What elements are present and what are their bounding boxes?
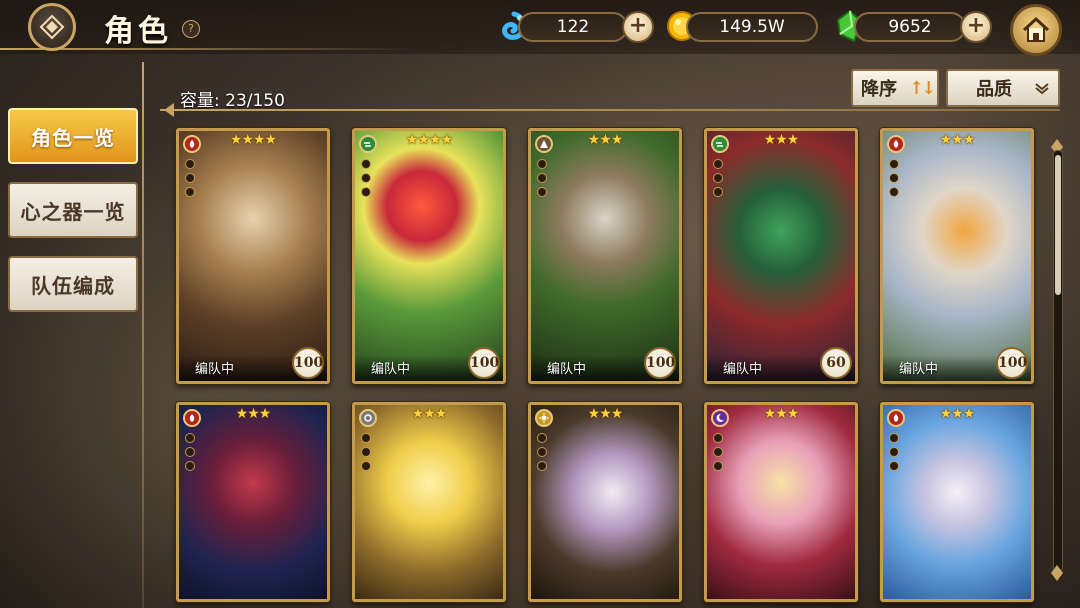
quality-filter-select[interactable]: 品质	[946, 69, 1060, 107]
sidebar-divider	[142, 62, 144, 608]
buy-crystal-button[interactable]: +	[960, 11, 992, 43]
character-art	[531, 131, 679, 381]
character-art	[883, 131, 1031, 381]
sort-order-button[interactable]: 降序 ↑↓	[851, 69, 939, 107]
character-card[interactable]: ★★★ 编队中 100	[528, 128, 682, 384]
buy-spirit-orb-button[interactable]: +	[622, 11, 654, 43]
character-card[interactable]: ★★★	[176, 402, 330, 602]
rarity-stars: ★★★	[939, 132, 976, 148]
character-card[interactable]: ★★★	[880, 402, 1034, 602]
character-art	[707, 131, 855, 381]
rarity-stars: ★★★	[763, 406, 800, 422]
level-badge: 100	[996, 347, 1028, 379]
back-diamond-icon	[39, 14, 65, 40]
quality-filter-label: 品质	[976, 79, 1012, 100]
character-art	[179, 405, 327, 599]
home-icon	[1022, 16, 1050, 42]
capacity-label: 容量: 23/150	[180, 91, 285, 111]
crystal-counter: 9652	[854, 12, 966, 42]
fire-element-icon	[183, 409, 201, 427]
fire-element-icon	[887, 135, 905, 153]
character-card[interactable]: ★★★ 编队中 100	[880, 128, 1034, 384]
in-team-label: 编队中	[195, 362, 235, 377]
level-badge: 100	[292, 347, 324, 379]
slot-pips	[713, 159, 723, 201]
rarity-stars: ★★★	[763, 132, 800, 148]
sidebar-item-team-formation[interactable]: 队伍编成	[8, 256, 138, 312]
character-art	[355, 405, 503, 599]
character-card[interactable]: ★★★	[704, 402, 858, 602]
sidebar-item-character-list[interactable]: 角色一览	[8, 108, 138, 164]
home-button[interactable]	[1010, 4, 1062, 56]
wind-element-icon	[359, 135, 377, 153]
in-team-label: 编队中	[723, 362, 763, 377]
slot-pips	[889, 433, 899, 475]
slot-pips	[185, 433, 195, 475]
character-art	[179, 131, 327, 381]
capacity-divider	[160, 109, 1060, 111]
character-art	[531, 405, 679, 599]
dark-element-icon	[711, 409, 729, 427]
slot-pips	[361, 433, 371, 475]
slot-pips	[537, 159, 547, 201]
in-team-label: 编队中	[899, 362, 939, 377]
character-art	[707, 405, 855, 599]
level-badge: 100	[468, 347, 500, 379]
gold-counter: 149.5W	[686, 12, 818, 42]
character-card[interactable]: ★★★	[528, 402, 682, 602]
character-card[interactable]: ★★★	[352, 402, 506, 602]
help-icon[interactable]: ?	[182, 20, 200, 38]
page-title: 角色	[104, 14, 172, 49]
scrollbar[interactable]	[1053, 150, 1063, 572]
in-team-label: 编队中	[371, 362, 411, 377]
slot-pips	[713, 433, 723, 475]
spirit-orb-counter: 122	[518, 12, 628, 42]
level-badge: 100	[644, 347, 676, 379]
rarity-stars: ★★★★	[405, 132, 453, 148]
slot-pips	[361, 159, 371, 201]
rarity-stars: ★★★	[587, 406, 624, 422]
slot-pips	[889, 159, 899, 201]
wind-element-icon	[711, 135, 729, 153]
sidebar-item-heart-vessel-list[interactable]: 心之器一览	[8, 182, 138, 238]
rarity-stars: ★★★	[587, 132, 624, 148]
neutral-element-icon	[359, 409, 377, 427]
light-element-icon	[535, 409, 553, 427]
earth-element-icon	[535, 135, 553, 153]
sort-arrows-icon: ↑↓	[909, 77, 936, 99]
slot-pips	[185, 159, 195, 201]
character-art	[883, 405, 1031, 599]
in-team-label: 编队中	[547, 362, 587, 377]
level-badge: 60	[820, 347, 852, 379]
sort-order-label: 降序	[861, 79, 897, 100]
divider-arrow-icon	[164, 103, 174, 117]
slot-pips	[537, 433, 547, 475]
rarity-stars: ★★★	[235, 406, 272, 422]
scroll-bottom-ornament-icon	[1051, 565, 1063, 581]
character-card[interactable]: ★★★★ 编队中 100	[176, 128, 330, 384]
chevron-down-icon	[1035, 83, 1049, 95]
fire-element-icon	[183, 135, 201, 153]
character-card[interactable]: ★★★★ 编队中 100	[352, 128, 506, 384]
scrollbar-thumb[interactable]	[1055, 155, 1061, 295]
rarity-stars: ★★★	[411, 406, 448, 422]
rarity-stars: ★★★★	[229, 132, 277, 148]
rarity-stars: ★★★	[939, 406, 976, 422]
character-art	[355, 131, 503, 381]
character-card[interactable]: ★★★ 编队中 60	[704, 128, 858, 384]
back-button[interactable]	[28, 3, 76, 51]
fire-element-icon	[887, 409, 905, 427]
